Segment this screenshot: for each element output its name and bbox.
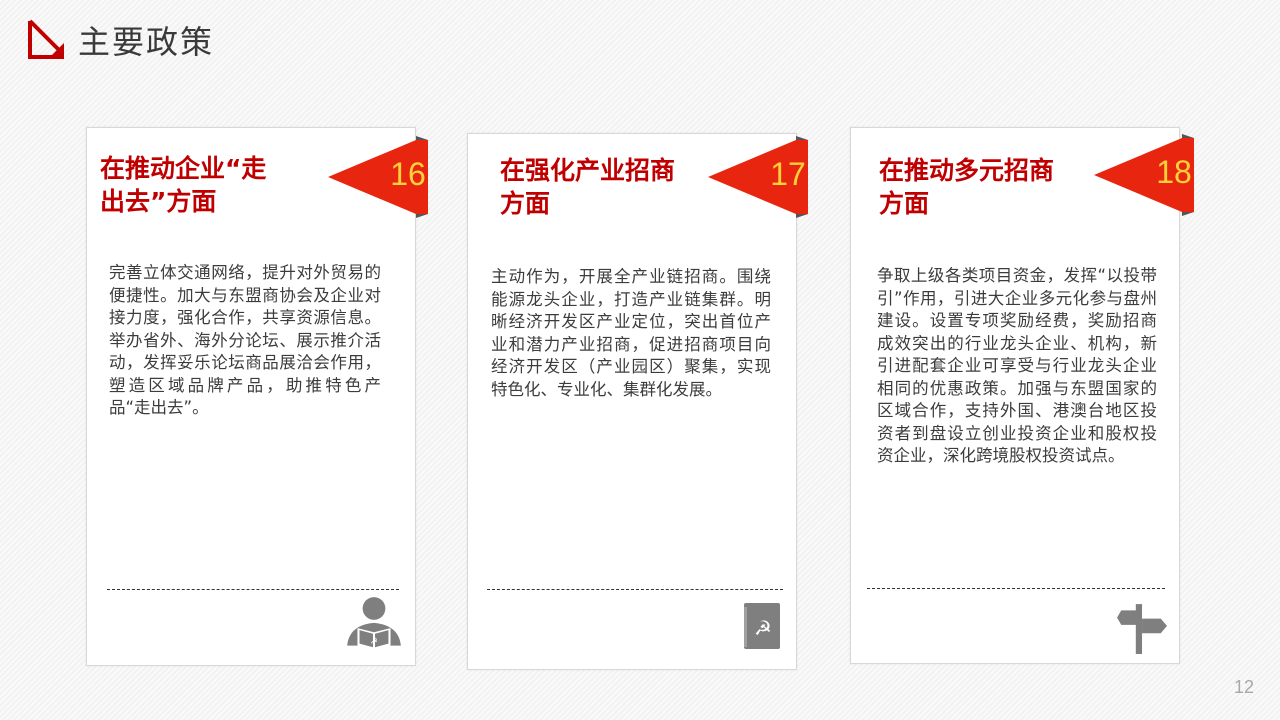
arrow-down-right-icon <box>28 19 64 59</box>
card-divider <box>107 589 399 590</box>
card-title: 在推动企业“走 出去”方面 <box>100 152 310 218</box>
card-title-line: 在强化产业招商 <box>500 156 676 185</box>
page-header: 主要政策 <box>24 18 214 62</box>
card-body: 主动作为，开展全产业链招商。围绕能源龙头企业，打造产业链集群。明晰经济开发区产业… <box>491 267 771 399</box>
card-title-line: 方面 <box>879 189 930 218</box>
page-number: 12 <box>1233 677 1254 697</box>
card-title: 在推动多元招商 方面 <box>879 154 1089 220</box>
card-divider <box>867 588 1165 589</box>
party-book-icon: ☭ <box>744 603 780 649</box>
card-title-line: 在推动企业“走 <box>100 154 267 183</box>
card-title: 在强化产业招商 方面 <box>500 154 710 220</box>
number-badge-18: 18 <box>1094 134 1194 216</box>
card-body: 完善立体交通网络，提升对外贸易的便捷性。加大与东盟商协会及企业对接力度，强化合作… <box>109 263 381 417</box>
signpost-icon <box>1117 604 1167 654</box>
number-badge-16: 16 <box>328 136 428 218</box>
card-divider <box>487 589 783 590</box>
badge-number: 17 <box>770 156 806 192</box>
card-title-line: 方面 <box>500 189 551 218</box>
svg-text:☭: ☭ <box>370 636 377 646</box>
page-title: 主要政策 <box>78 23 215 61</box>
card-title-line: 在推动多元招商 <box>879 156 1055 185</box>
badge-number: 18 <box>1156 154 1192 190</box>
svg-text:☭: ☭ <box>754 616 772 640</box>
card-title-line: 出去”方面 <box>100 187 217 216</box>
card-body: 争取上级各类项目资金，发挥“以投带引”作用，引进大企业多元化参与盘州建设。设置专… <box>877 266 1157 465</box>
badge-number: 16 <box>390 156 426 192</box>
number-badge-17: 17 <box>708 136 808 218</box>
person-reading-icon: ☭ <box>347 597 401 650</box>
